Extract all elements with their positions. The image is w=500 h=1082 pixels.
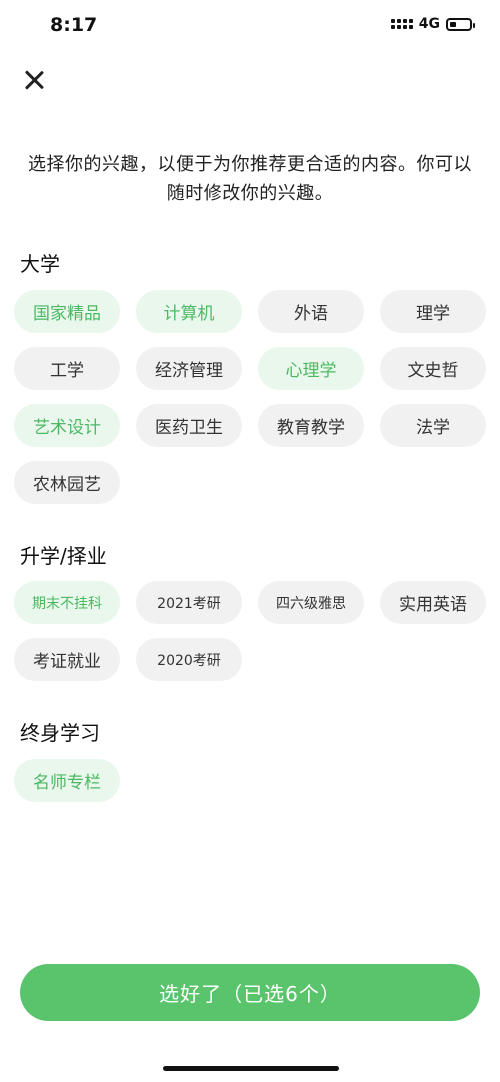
interest-chip[interactable]: 外语 (258, 290, 364, 333)
interest-chip[interactable]: 国家精品 (14, 290, 120, 333)
close-button[interactable] (20, 66, 48, 94)
interest-chip[interactable]: 法学 (380, 404, 486, 447)
home-indicator (163, 1066, 339, 1071)
interest-chip[interactable]: 实用英语 (380, 581, 486, 624)
section-title-university: 大学 (20, 252, 60, 276)
interest-chip[interactable]: 医药卫生 (136, 404, 242, 447)
confirm-button[interactable]: 选好了（已选6个） (20, 964, 480, 1021)
interest-chip[interactable]: 文史哲 (380, 347, 486, 390)
section-title-career: 升学/择业 (20, 544, 107, 568)
interest-chip[interactable]: 工学 (14, 347, 120, 390)
battery-icon (446, 17, 475, 31)
chip-group-lifelong: 名师专栏 (14, 759, 486, 802)
signal-icon (390, 19, 413, 29)
interest-chip[interactable]: 考证就业 (14, 638, 120, 681)
interest-chip[interactable]: 农林园艺 (14, 461, 120, 504)
status-bar: 8:17 4G (0, 0, 500, 56)
section-title-lifelong: 终身学习 (20, 721, 100, 745)
interest-chip[interactable]: 期末不挂科 (14, 581, 120, 624)
status-time: 8:17 (50, 14, 98, 36)
chip-group-career: 期末不挂科 2021考研 四六级雅思 实用英语考证就业 2020考研 (14, 581, 486, 681)
status-indicators: 4G (390, 16, 475, 32)
interest-chip[interactable]: 四六级雅思 (258, 581, 364, 624)
interest-chip[interactable]: 名师专栏 (14, 759, 120, 802)
interest-chip[interactable]: 2020考研 (136, 638, 242, 681)
chip-group-university: 国家精品 计算机 外语 理学工学 经济管理 心理学 文史哲艺术设计 医药卫生 教育教学 法学农林园… (14, 290, 486, 504)
interest-chip[interactable]: 计算机 (136, 290, 242, 333)
interest-chip[interactable]: 经济管理 (136, 347, 242, 390)
interest-chip[interactable]: 教育教学 (258, 404, 364, 447)
interest-chip[interactable]: 艺术设计 (14, 404, 120, 447)
network-type: 4G (418, 16, 440, 32)
interest-chip[interactable]: 2021考研 (136, 581, 242, 624)
interest-chip[interactable]: 理学 (380, 290, 486, 333)
intro-text: 选择你的兴趣，以便于为你推荐更合适的内容。你可以随时修改你的兴趣。 (28, 154, 472, 204)
interest-chip[interactable]: 心理学 (258, 347, 364, 390)
